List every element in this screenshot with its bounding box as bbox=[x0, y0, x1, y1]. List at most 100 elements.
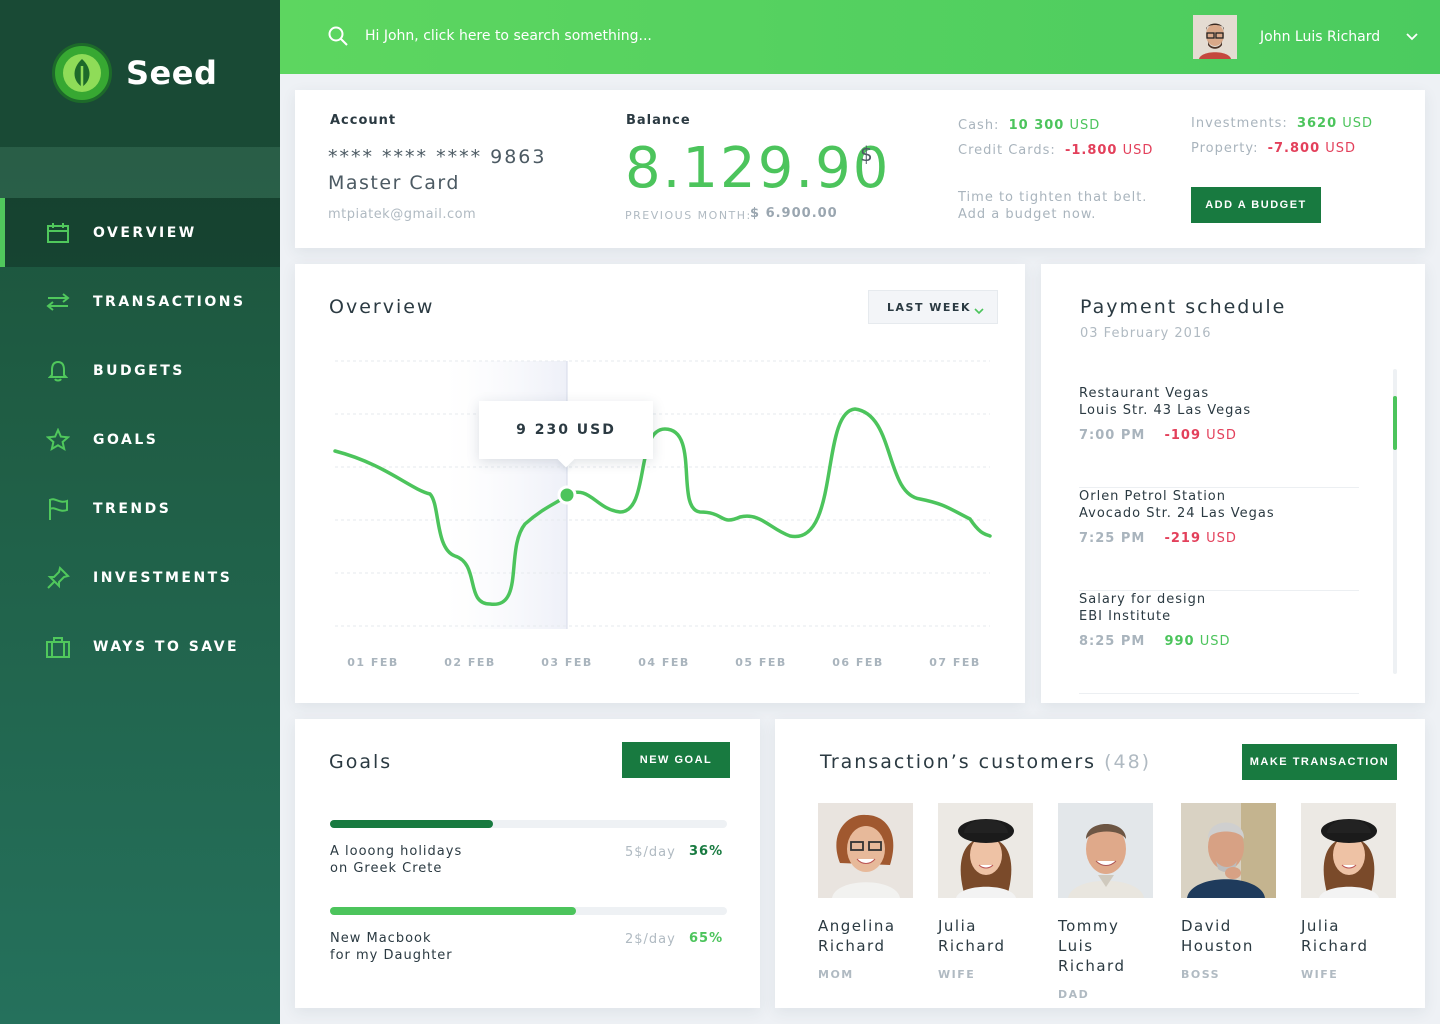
customer-role: BOSS bbox=[1181, 968, 1221, 981]
credit-value: -1.800 bbox=[1064, 143, 1118, 158]
goal-name-line1: New Macbook bbox=[330, 931, 432, 946]
budget-tip: Time to tighten that belt. Add a budget … bbox=[958, 189, 1147, 223]
sidebar-item-trends[interactable]: TRENDS bbox=[0, 474, 280, 543]
customer-last-name: Richard bbox=[818, 937, 886, 955]
user-name[interactable]: John Luis Richard bbox=[1260, 29, 1380, 45]
add-budget-button[interactable]: ADD A BUDGET bbox=[1191, 187, 1321, 223]
credit-label: Credit Cards: bbox=[958, 143, 1056, 158]
goal-percent: 65% bbox=[689, 931, 724, 946]
goal-progress-bar bbox=[330, 907, 727, 915]
search-icon[interactable] bbox=[328, 26, 348, 50]
payment-item[interactable]: Orlen Petrol Station Avocado Str. 24 Las… bbox=[1079, 488, 1359, 591]
goal-name-line2: on Greek Crete bbox=[330, 861, 443, 876]
credit-unit: USD bbox=[1122, 143, 1154, 158]
payment-time: 7:00 PM bbox=[1079, 428, 1146, 443]
sidebar-item-label: WAYS TO SAVE bbox=[93, 638, 240, 655]
customer-photo bbox=[1181, 803, 1276, 898]
investments-unit: USD bbox=[1342, 116, 1374, 131]
customer-name: Angelina Richard bbox=[818, 916, 918, 956]
payment-name: Restaurant Vegas Louis Str. 43 Las Vegas bbox=[1079, 385, 1251, 419]
investments-label: Investments: bbox=[1191, 116, 1288, 131]
flag-icon bbox=[46, 497, 70, 521]
customers-title: Transaction’s customers (48) bbox=[820, 751, 1151, 773]
customer-role: WIFE bbox=[1301, 968, 1339, 981]
sidebar-item-goals[interactable]: GOALS bbox=[0, 405, 280, 474]
chevron-down-icon[interactable] bbox=[1405, 28, 1419, 47]
customer-last-name: Richard bbox=[938, 937, 1006, 955]
make-transaction-button[interactable]: MAKE TRANSACTION bbox=[1242, 744, 1397, 780]
goals-title: Goals bbox=[329, 751, 393, 773]
sidebar-item-transactions[interactable]: TRANSACTIONS bbox=[0, 267, 280, 336]
customer-name: Tommy Luis Richard bbox=[1058, 916, 1158, 976]
sidebar-divider bbox=[0, 147, 280, 198]
customer-card[interactable]: Tommy Luis Richard DAD bbox=[1058, 803, 1158, 1001]
sidebar: Seed OVERVIEW TRANSACTIONS BUDGETS GOALS… bbox=[0, 0, 280, 1024]
payment-meta: 7:00 PM -109 USD bbox=[1079, 428, 1237, 443]
balance-value: 8.129.90 bbox=[625, 136, 891, 201]
balance-label: Balance bbox=[626, 113, 691, 128]
pin-icon bbox=[46, 565, 70, 590]
previous-month-label: PREVIOUS MONTH: bbox=[625, 209, 752, 222]
customer-card[interactable]: David Houston BOSS bbox=[1181, 803, 1281, 981]
customer-first-name: Julia bbox=[1301, 917, 1340, 935]
payment-schedule-title: Payment schedule bbox=[1080, 296, 1287, 318]
budget-tip-line1: Time to tighten that belt. bbox=[958, 190, 1148, 205]
sidebar-item-ways-to-save[interactable]: WAYS TO SAVE bbox=[0, 612, 280, 681]
goal-progress-bar bbox=[330, 820, 727, 828]
previous-month-value: $ 6.900.00 bbox=[750, 206, 838, 221]
account-summary-card: Account **** **** **** 9863 Master Card … bbox=[295, 90, 1425, 248]
x-axis-tick-label: 06 FEB bbox=[832, 656, 884, 669]
chart-series-line bbox=[333, 407, 992, 606]
customer-last-name: Richard bbox=[1058, 957, 1126, 975]
payment-amount: 990 bbox=[1164, 634, 1195, 649]
new-goal-button[interactable]: NEW GOAL bbox=[622, 742, 730, 778]
payment-name: Salary for design EBI Institute bbox=[1079, 591, 1206, 625]
credit-cards-stat: Credit Cards: -1.800 USD bbox=[958, 143, 1153, 158]
goal-name[interactable]: New Macbook for my Daughter bbox=[330, 930, 453, 964]
customer-card[interactable]: Julia Richard WIFE bbox=[938, 803, 1038, 981]
payment-line1: Salary for design bbox=[1079, 592, 1207, 607]
sidebar-item-label: OVERVIEW bbox=[93, 224, 197, 241]
payment-schedule-date: 03 February 2016 bbox=[1080, 326, 1212, 341]
sidebar-nav: OVERVIEW TRANSACTIONS BUDGETS GOALS TREN… bbox=[0, 198, 280, 681]
app-logo-text: Seed bbox=[126, 54, 218, 92]
user-avatar[interactable] bbox=[1193, 15, 1237, 59]
balance-currency: $ bbox=[860, 142, 873, 166]
customer-name: Julia Richard bbox=[938, 916, 1038, 956]
payment-item[interactable]: Salary for design EBI Institute 8:25 PM … bbox=[1079, 591, 1359, 694]
goals-card: Goals NEW GOAL A looong holidays on Gree… bbox=[295, 719, 760, 1008]
customers-count: (48) bbox=[1104, 751, 1152, 773]
payment-meta: 7:25 PM -219 USD bbox=[1079, 531, 1237, 546]
customer-name: Julia Richard bbox=[1301, 916, 1401, 956]
customer-card[interactable]: Angelina Richard MOM bbox=[818, 803, 918, 981]
star-icon bbox=[46, 427, 70, 452]
customer-card[interactable]: Julia Richard WIFE bbox=[1301, 803, 1401, 981]
cash-label: Cash: bbox=[958, 118, 1000, 133]
search-input[interactable]: Hi John, click here to search something.… bbox=[365, 28, 652, 44]
property-label: Property: bbox=[1191, 141, 1259, 156]
sidebar-item-investments[interactable]: INVESTMENTS bbox=[0, 543, 280, 612]
customer-first-name: Angelina bbox=[818, 917, 896, 935]
payment-unit: USD bbox=[1199, 634, 1231, 649]
payment-name: Orlen Petrol Station Avocado Str. 24 Las… bbox=[1079, 488, 1275, 522]
customer-photo bbox=[1058, 803, 1153, 898]
payment-line1: Restaurant Vegas bbox=[1079, 386, 1210, 401]
payment-scrollbar-thumb[interactable] bbox=[1393, 396, 1397, 450]
transaction-customers-card: Transaction’s customers (48) MAKE TRANSA… bbox=[775, 719, 1425, 1008]
payment-item[interactable]: Restaurant Vegas Louis Str. 43 Las Vegas… bbox=[1079, 385, 1359, 488]
payment-schedule-card: Payment schedule 03 February 2016 Restau… bbox=[1041, 264, 1425, 703]
sidebar-item-budgets[interactable]: BUDGETS bbox=[0, 336, 280, 405]
goal-name[interactable]: A looong holidays on Greek Crete bbox=[330, 843, 462, 877]
chart-highlight-point[interactable] bbox=[557, 485, 577, 505]
payment-amount: -109 bbox=[1164, 428, 1202, 443]
cash-value: 10 300 bbox=[1008, 118, 1065, 133]
account-card-type: Master Card bbox=[328, 172, 460, 194]
goal-rate: 5$/day bbox=[625, 845, 676, 860]
customer-role: MOM bbox=[818, 968, 854, 981]
x-axis-tick-label: 02 FEB bbox=[444, 656, 496, 669]
account-email: mtpiatek@gmail.com bbox=[328, 207, 477, 222]
sidebar-item-overview[interactable]: OVERVIEW bbox=[0, 198, 280, 267]
payment-unit: USD bbox=[1206, 428, 1237, 443]
overview-chart-card: Overview LAST WEEK 01 FEB 02 FEB 03 FEB 04 … bbox=[295, 264, 1025, 703]
customer-first-name: Julia bbox=[938, 917, 977, 935]
